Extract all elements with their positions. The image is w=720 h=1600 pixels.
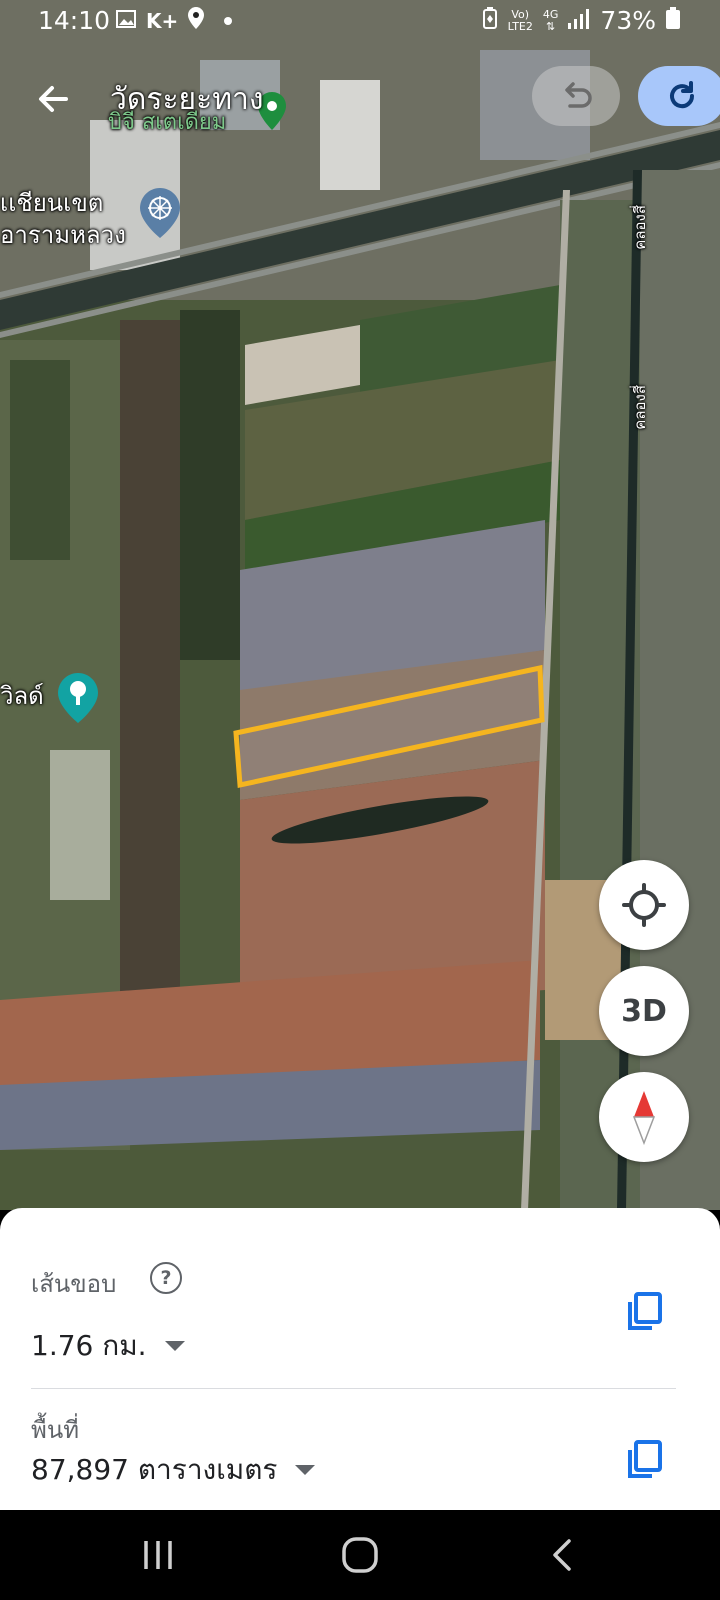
copy-icon xyxy=(628,1292,662,1330)
home-icon xyxy=(342,1537,378,1573)
back-button[interactable] xyxy=(30,76,76,122)
area-value-dropdown[interactable]: 87,897 ตารางเมตร xyxy=(31,1448,316,1492)
status-time: 14:10 xyxy=(38,6,111,35)
data-type-indicator: 4G ⇅ xyxy=(542,7,559,33)
system-nav-bar xyxy=(0,1510,720,1600)
help-icon[interactable]: ? xyxy=(150,1262,182,1294)
divider xyxy=(31,1388,676,1389)
arrow-left-icon xyxy=(39,86,68,112)
my-location-icon xyxy=(622,883,666,927)
network-type-text: 4G xyxy=(542,7,559,21)
area-label: พื้นที่ xyxy=(31,1416,80,1444)
map-temple-label-line2[interactable]: อารามหลวง xyxy=(0,215,126,254)
measurement-sheet: เส้นขอบ ? 1.76 กม. พื้นที่ 87,897 ตารางเ… xyxy=(0,1208,720,1510)
recents-button[interactable] xyxy=(128,1530,188,1580)
notification-dot-icon xyxy=(224,16,233,25)
compass-button[interactable] xyxy=(599,1072,689,1162)
perimeter-value-dropdown[interactable]: 1.76 กม. xyxy=(31,1324,185,1368)
copy-icon xyxy=(628,1440,662,1478)
map-canal-label-1: คลองสี่ xyxy=(631,205,649,250)
temple-pin-icon[interactable] xyxy=(140,188,180,238)
perimeter-value: 1.76 กม. xyxy=(31,1329,147,1362)
signal-icon xyxy=(568,6,590,35)
battery-percent: 73% xyxy=(600,6,656,35)
copy-area-button[interactable] xyxy=(622,1438,666,1482)
nav-back-button[interactable] xyxy=(532,1530,592,1580)
3d-toggle-button[interactable]: 3D xyxy=(599,966,689,1056)
map-park-label[interactable]: วิลด์ xyxy=(0,676,44,715)
recents-icon xyxy=(144,1541,172,1569)
status-bar: 14:10 K+ Vo) LTE2 4G ⇅ 73% xyxy=(0,0,720,46)
image-icon xyxy=(116,9,136,33)
copy-perimeter-button[interactable] xyxy=(622,1290,666,1334)
location-icon xyxy=(188,7,205,34)
network-bottom-text: LTE2 xyxy=(507,19,533,33)
back-icon xyxy=(553,1539,571,1571)
battery-icon xyxy=(666,6,680,35)
chevron-down-icon xyxy=(295,1465,316,1475)
area-value: 87,897 ตารางเมตร xyxy=(31,1453,278,1486)
network-top-text: Vo) xyxy=(511,7,530,21)
network-indicator: Vo) LTE2 xyxy=(507,7,533,33)
page-title: วัดระยะทาง xyxy=(110,82,264,117)
map-canal-label-2: คลองสี่ xyxy=(631,385,649,430)
park-pin-icon[interactable] xyxy=(58,673,98,723)
redo-icon xyxy=(670,81,695,109)
my-location-button[interactable] xyxy=(599,860,689,950)
redo-button[interactable] xyxy=(638,66,720,126)
battery-saver-icon xyxy=(482,6,498,35)
3d-label: 3D xyxy=(621,993,667,1029)
compass-icon xyxy=(632,1091,656,1145)
home-button[interactable] xyxy=(330,1530,390,1580)
undo-icon xyxy=(565,82,592,108)
chevron-down-icon xyxy=(164,1341,185,1351)
perimeter-label: เส้นขอบ xyxy=(31,1270,117,1298)
carrier-badge: K+ xyxy=(146,8,179,33)
undo-button[interactable] xyxy=(532,66,620,126)
